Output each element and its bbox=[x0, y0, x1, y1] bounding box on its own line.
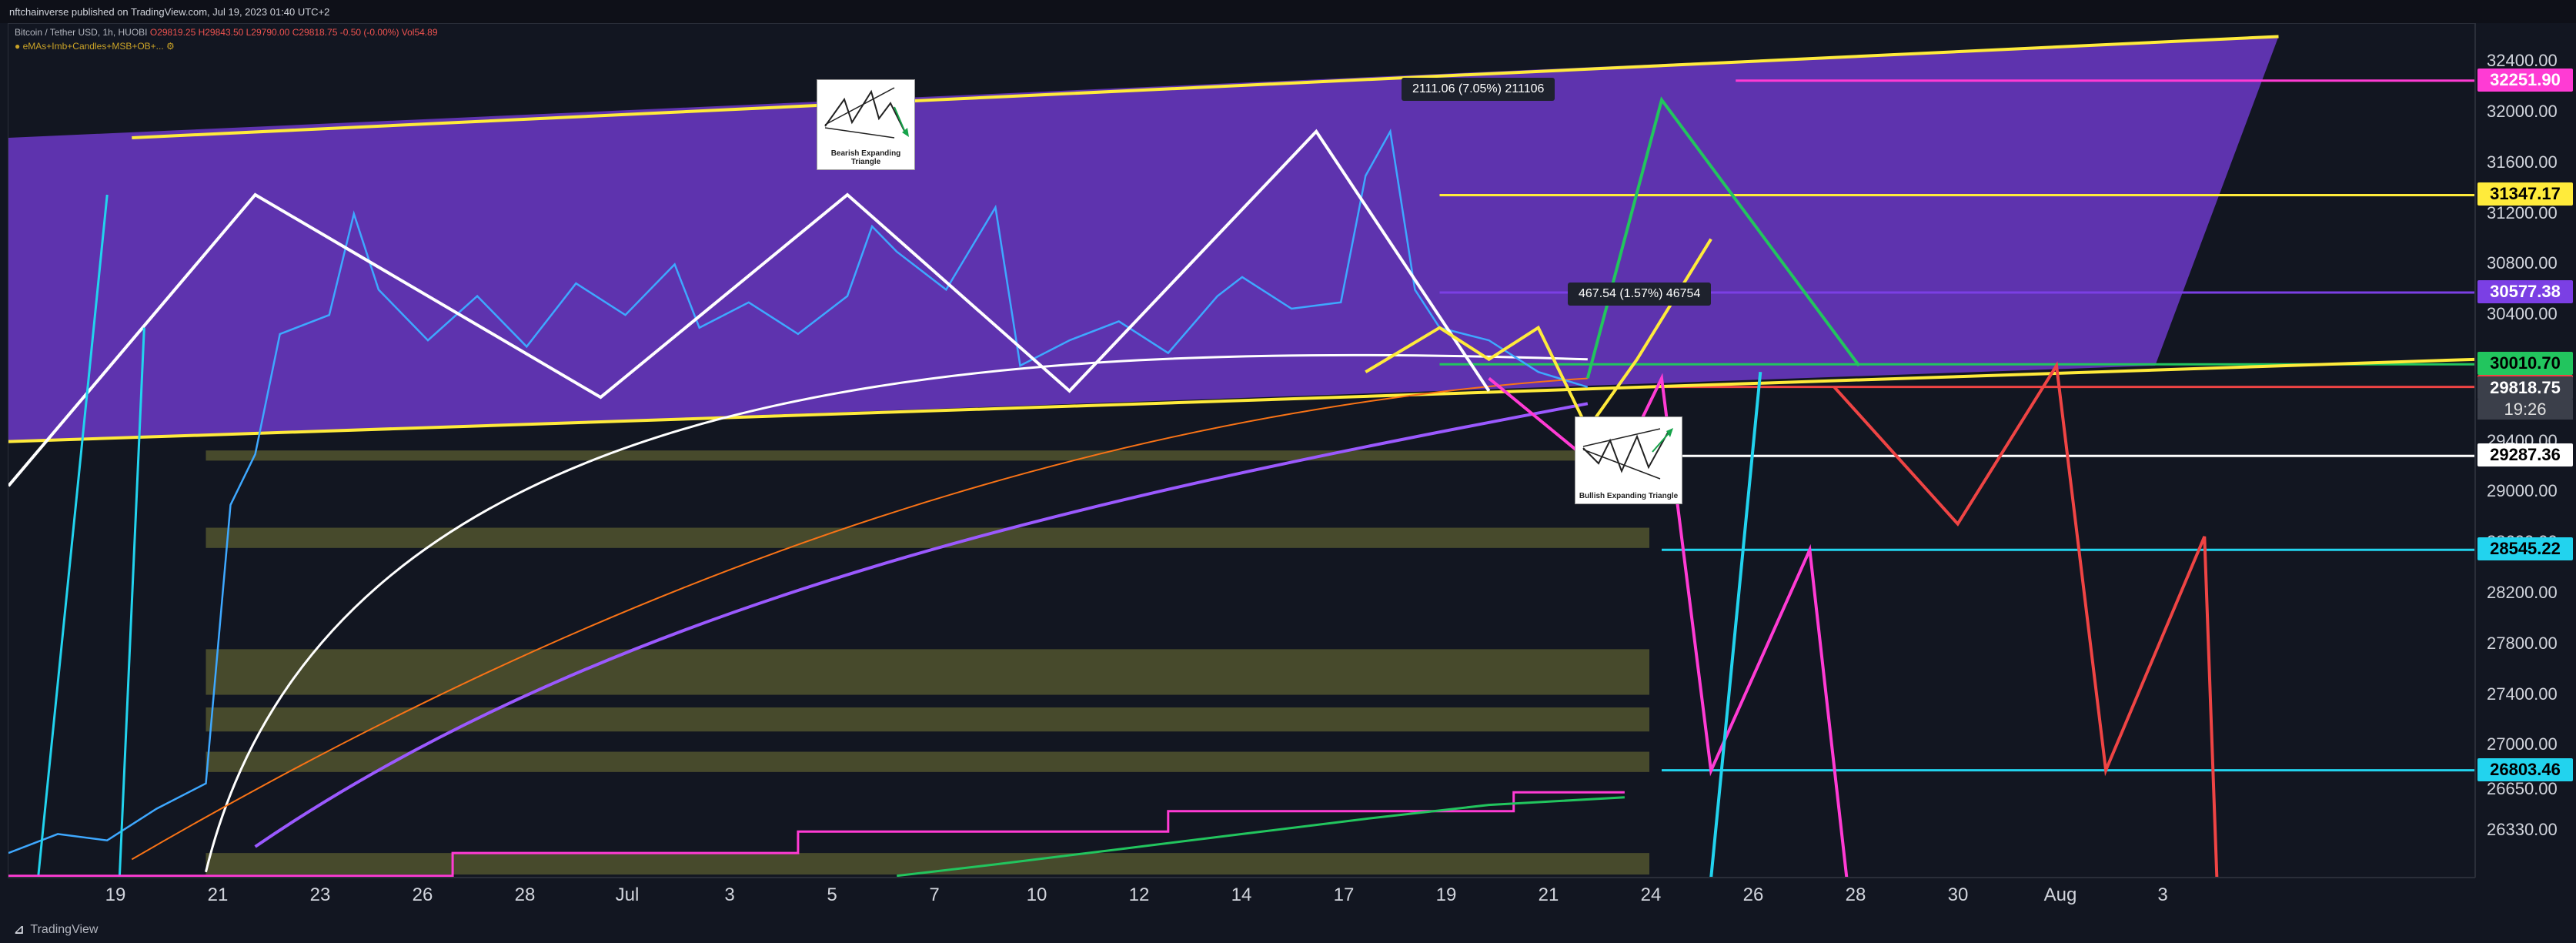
chart-area[interactable]: Bitcoin / Tether USD, 1h, HUOBI O29819.2… bbox=[8, 23, 2475, 878]
footer-brand: TradingView bbox=[30, 922, 99, 936]
zone-3 bbox=[205, 707, 1649, 732]
indicator-legend[interactable]: ● eMAs+Imb+Candles+MSB+OB+... ⚙ bbox=[15, 41, 175, 52]
price-label: 31347.17 bbox=[2477, 182, 2573, 206]
price-label: 28545.22 bbox=[2477, 537, 2573, 561]
projection-red bbox=[1833, 361, 2219, 877]
price-tick: 27400.00 bbox=[2487, 684, 2558, 704]
time-tick: 7 bbox=[929, 884, 940, 905]
time-tick: 28 bbox=[514, 884, 536, 905]
time-tick: 28 bbox=[1845, 884, 1866, 905]
price-tick: 30400.00 bbox=[2487, 304, 2558, 324]
bullish-triangle-icon bbox=[1582, 428, 1673, 480]
price-tick: 31200.00 bbox=[2487, 202, 2558, 222]
time-tick: 26 bbox=[1742, 884, 1764, 905]
price-tick: 26330.00 bbox=[2487, 819, 2558, 839]
bullish-pattern-card: Bullish Expanding Triangle bbox=[1575, 416, 1682, 504]
projection-cyan bbox=[1709, 372, 1762, 877]
time-tick: 3 bbox=[724, 884, 735, 905]
time-tick: 21 bbox=[207, 884, 229, 905]
bullish-pattern-label: Bullish Expanding Triangle bbox=[1579, 492, 1679, 500]
time-tick: Jul bbox=[615, 884, 640, 905]
channel-band bbox=[8, 36, 2279, 442]
ema-mid-line bbox=[205, 353, 1588, 873]
time-tick: 19 bbox=[1435, 884, 1457, 905]
indicator-dot-icon: ● bbox=[15, 41, 21, 52]
price-label: 26803.46 bbox=[2477, 757, 2573, 781]
bearish-triangle-icon bbox=[824, 87, 909, 139]
volume-value: Vol54.89 bbox=[401, 27, 438, 38]
zone-2 bbox=[205, 649, 1649, 695]
price-label: 29818.75 bbox=[2477, 376, 2573, 400]
zone-1 bbox=[205, 527, 1649, 548]
price-tick: 31600.00 bbox=[2487, 152, 2558, 172]
price-tick: 32000.00 bbox=[2487, 102, 2558, 122]
time-tick: 30 bbox=[1947, 884, 1969, 905]
price-tick: 30800.00 bbox=[2487, 253, 2558, 273]
price-tick: 26650.00 bbox=[2487, 778, 2558, 798]
price-tick: 29000.00 bbox=[2487, 481, 2558, 501]
footer: ⊿ TradingView bbox=[0, 916, 2576, 943]
bearish-pattern-label: Bearish Expanding Triangle bbox=[830, 149, 901, 166]
time-tick: 23 bbox=[309, 884, 331, 905]
price-tick: 27800.00 bbox=[2487, 633, 2558, 653]
time-axis[interactable]: 19 21 23 26 28 Jul 3 5 7 10 12 14 17 19 21 24 26 28 30 Aug 3 bbox=[8, 878, 2475, 916]
symbol-name: Bitcoin / Tether USD, 1h, HUOBI bbox=[15, 27, 148, 38]
measure-label-mid: 467.54 (1.57%) 46754 bbox=[1568, 283, 1712, 306]
time-tick: 21 bbox=[1538, 884, 1559, 905]
price-tick: 27000.00 bbox=[2487, 734, 2558, 754]
measure-label-top: 2111.06 (7.05%) 211106 bbox=[1402, 78, 1555, 101]
price-label: 32251.90 bbox=[2477, 68, 2573, 92]
time-tick: 5 bbox=[827, 884, 837, 905]
price-tick: 28200.00 bbox=[2487, 583, 2558, 602]
bearish-pattern-card: Bearish Expanding Triangle bbox=[817, 79, 915, 170]
time-tick: 12 bbox=[1128, 884, 1150, 905]
time-tick: 3 bbox=[2157, 884, 2168, 905]
tradingview-logo-icon: ⊿ bbox=[14, 923, 25, 937]
price-axis[interactable]: 32400.00 32000.00 31600.00 31200.00 30800.00… bbox=[2475, 23, 2576, 878]
ohlc-values: O29819.25 H29843.50 L29790.00 C29818.75 … bbox=[149, 27, 399, 38]
time-tick: 19 bbox=[105, 884, 126, 905]
zone-4 bbox=[205, 751, 1649, 772]
ema-slow-line bbox=[254, 402, 1589, 848]
time-tick: Aug bbox=[2043, 884, 2077, 905]
zone-0 bbox=[205, 450, 1649, 461]
price-label: 30577.38 bbox=[2477, 280, 2573, 304]
time-tick: 10 bbox=[1026, 884, 1047, 905]
published-bar: nftchainverse published on TradingView.c… bbox=[0, 0, 2576, 23]
time-tick: 17 bbox=[1333, 884, 1355, 905]
settings-icon[interactable]: ⚙ bbox=[166, 41, 175, 52]
published-text: nftchainverse published on TradingView.c… bbox=[9, 5, 330, 18]
price-chart[interactable] bbox=[8, 24, 2475, 878]
indicator-name: eMAs+Imb+Candles+MSB+OB+... bbox=[22, 41, 164, 52]
time-tick: 14 bbox=[1231, 884, 1252, 905]
time-tick: 24 bbox=[1640, 884, 1662, 905]
symbol-legend: Bitcoin / Tether USD, 1h, HUOBI O29819.2… bbox=[15, 27, 438, 38]
bar-countdown: 19:26 bbox=[2477, 399, 2573, 420]
price-label: 29287.36 bbox=[2477, 443, 2573, 467]
time-tick: 26 bbox=[412, 884, 433, 905]
price-label: 30010.70 bbox=[2477, 352, 2573, 376]
